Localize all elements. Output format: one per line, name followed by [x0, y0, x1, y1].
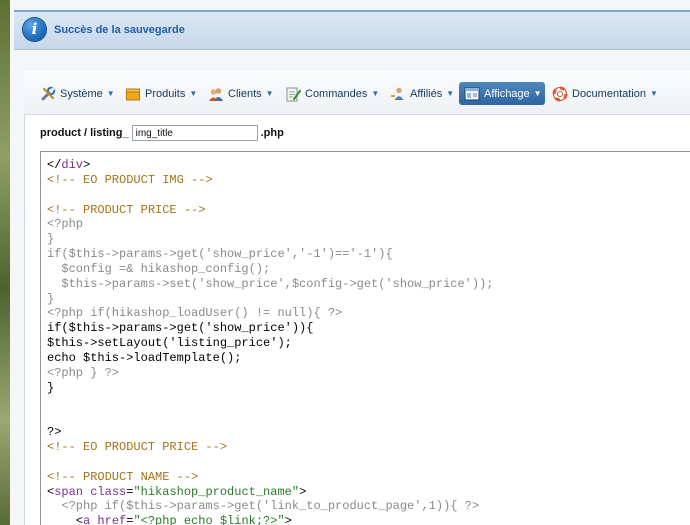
- file-prefix-label: product / listing_: [40, 127, 129, 139]
- code-line: if($this->params->get('show_price','-1')…: [47, 247, 393, 262]
- menu-label-commandes: Commandes: [305, 87, 368, 100]
- tools-icon: [40, 86, 56, 102]
- chevron-down-icon: ▼: [533, 89, 542, 98]
- code-line: <?php if($this->params->get('link_to_pro…: [47, 499, 480, 514]
- code-line: $this->setLayout('listing_price');: [47, 336, 292, 351]
- menu-item-affilies[interactable]: Affiliés ▼: [390, 82, 454, 105]
- display-icon: [464, 86, 480, 102]
- code-line: <!-- PRODUCT NAME -->: [47, 469, 199, 484]
- code-line: }: [47, 232, 55, 247]
- menu-item-documentation[interactable]: Documentation ▼: [552, 82, 658, 105]
- code-line: }: [47, 380, 55, 395]
- code-line: <a href="<?php echo $link;?>">: [47, 514, 292, 525]
- code-line: <!-- EO PRODUCT IMG -->: [47, 172, 213, 187]
- template-file-row: product / listing_ .php: [40, 124, 284, 142]
- chevron-down-icon: ▼: [650, 89, 658, 98]
- file-suffix-label: .php: [260, 127, 284, 139]
- chevron-down-icon: ▼: [371, 89, 380, 98]
- code-content[interactable]: </div> <!-- EO PRODUCT IMG --> <!-- PRODU…: [47, 158, 493, 525]
- code-line: </div>: [47, 158, 91, 172]
- code-line: ?>: [47, 425, 62, 440]
- menu-label-affilies: Affiliés: [410, 87, 443, 100]
- menu-label-affichage: Affichage: [484, 87, 530, 100]
- code-line: <?php } ?>: [47, 365, 120, 380]
- menu-item-affichage[interactable]: Affichage ▼: [459, 82, 545, 105]
- info-icon: i: [23, 18, 46, 41]
- code-line: $config =& hikashop_config();: [47, 261, 271, 276]
- code-line: <!-- PRODUCT PRICE -->: [47, 202, 206, 217]
- code-line: <?php if(hikashop_loadUser() != null){ ?…: [47, 306, 343, 321]
- document-pen-icon: [285, 86, 302, 102]
- code-line: <?php: [47, 217, 84, 232]
- main-menubar: Système ▼ Produits ▼ Clients ▼ Commandes…: [24, 71, 690, 115]
- code-line: echo $this->loadTemplate();: [47, 350, 242, 365]
- chevron-down-icon: ▼: [189, 89, 198, 98]
- chevron-down-icon: ▼: [265, 89, 274, 98]
- success-message-bar: i Succès de la sauvegarde: [14, 10, 690, 50]
- chevron-down-icon: ▼: [446, 89, 455, 98]
- users-icon: [208, 86, 224, 102]
- menu-label-clients: Clients: [228, 87, 262, 100]
- code-editor[interactable]: </div> <!-- EO PRODUCT IMG --> <!-- PRODU…: [40, 151, 690, 525]
- code-line: <!-- EO PRODUCT PRICE -->: [47, 440, 228, 455]
- code-line: $this->params->set('show_price',$config-…: [47, 276, 494, 291]
- menu-label-produits: Produits: [145, 87, 186, 100]
- code-line: }: [47, 291, 55, 306]
- menu-item-systeme[interactable]: Système ▼: [40, 82, 115, 105]
- menu-label-systeme: Système: [60, 87, 103, 100]
- success-message: Succès de la sauvegarde: [54, 24, 185, 36]
- chevron-down-icon: ▼: [106, 89, 115, 98]
- lifebuoy-icon: [552, 86, 568, 102]
- code-line: <span class="hikashop_product_name">: [47, 484, 307, 499]
- menu-item-clients[interactable]: Clients ▼: [208, 82, 274, 105]
- code-line: if($this->params->get('show_price')){: [47, 321, 314, 336]
- box-icon: [125, 86, 141, 102]
- menu-label-documentation: Documentation: [572, 87, 646, 100]
- template-name-input[interactable]: [131, 125, 258, 141]
- menu-item-produits[interactable]: Produits ▼: [125, 82, 197, 105]
- affiliates-icon: [390, 86, 406, 102]
- menu-item-commandes[interactable]: Commandes ▼: [285, 82, 379, 105]
